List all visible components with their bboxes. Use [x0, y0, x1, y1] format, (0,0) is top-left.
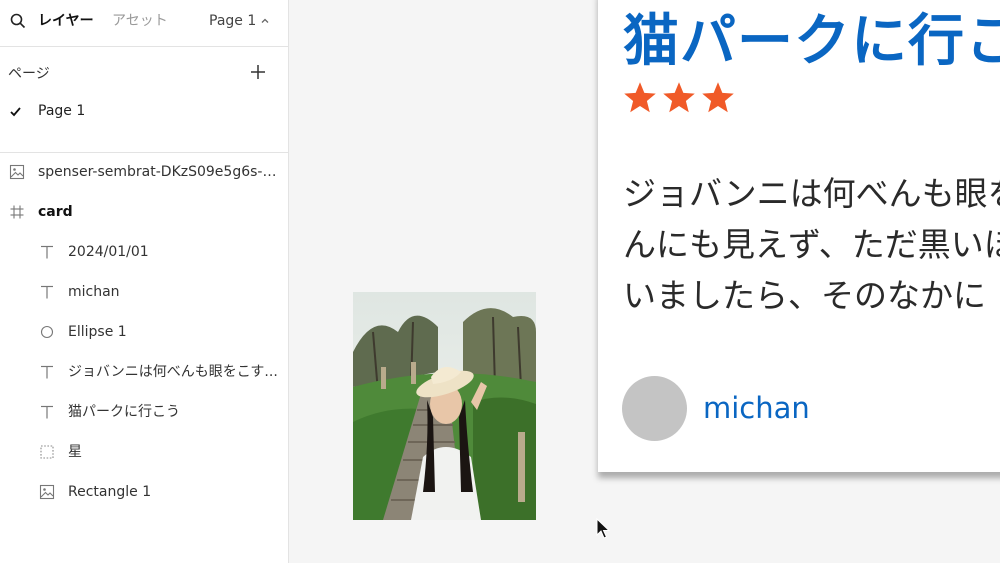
- pages-section: ページ Page 1: [0, 47, 288, 153]
- ellipse-icon: [39, 324, 55, 340]
- card-body-text[interactable]: ジョバンニは何べんも眼をこすってみましたけれども んにも見えず、ただ黒いほらあな…: [623, 168, 1000, 321]
- design-canvas[interactable]: 猫パークに行こう ジョバンニは何べんも眼をこすってみましたけれども んにも見えず…: [289, 0, 1000, 563]
- layer-item-rectangle[interactable]: Rectangle 1: [0, 472, 288, 512]
- text-icon: [39, 244, 55, 260]
- page-dropdown[interactable]: Page 1: [209, 12, 270, 30]
- layer-item-label: Ellipse 1: [68, 324, 127, 340]
- photo-image[interactable]: [353, 292, 536, 520]
- add-page-button[interactable]: [247, 61, 269, 83]
- layer-item-label: 星: [68, 444, 82, 460]
- layer-item-label: Rectangle 1: [68, 484, 152, 500]
- star-icon: [702, 82, 734, 113]
- layer-item-date[interactable]: 2024/01/01: [0, 232, 288, 272]
- mouse-cursor-icon: [596, 518, 611, 539]
- page-dropdown-label: Page 1: [209, 13, 257, 29]
- layer-item-photo[interactable]: spenser-sembrat-DKzS09e5g6s-u...: [0, 152, 288, 192]
- chevron-up-icon: [261, 18, 269, 23]
- page-item-page-1[interactable]: Page 1: [0, 100, 288, 124]
- page-item-label: Page 1: [38, 103, 86, 119]
- star-icon: [624, 82, 656, 113]
- layers-list: spenser-sembrat-DKzS09e5g6s-u... card 20…: [0, 152, 288, 512]
- layers-panel: レイヤー アセット Page 1 ページ Page 1 spenser-semb…: [0, 0, 289, 563]
- layer-item-title-text[interactable]: 猫パークに行こう: [0, 392, 288, 432]
- layer-item-label: michan: [68, 284, 120, 300]
- group-icon: [39, 444, 55, 460]
- tab-layers[interactable]: レイヤー: [38, 12, 94, 30]
- plus-icon: [251, 65, 265, 79]
- text-icon: [39, 364, 55, 380]
- avatar[interactable]: [622, 376, 687, 441]
- author-name[interactable]: michan: [703, 391, 810, 425]
- frame-icon: [9, 204, 25, 220]
- check-icon: [10, 107, 21, 117]
- tab-assets[interactable]: アセット: [112, 12, 168, 30]
- layer-item-card[interactable]: card: [0, 192, 288, 232]
- panel-topbar: レイヤー アセット Page 1: [0, 0, 288, 47]
- layer-item-label: ジョバンニは何べんも眼をこす...: [68, 364, 278, 380]
- layer-item-author[interactable]: michan: [0, 272, 288, 312]
- text-icon: [39, 284, 55, 300]
- layer-item-label: spenser-sembrat-DKzS09e5g6s-u...: [38, 164, 278, 180]
- pages-label: ページ: [8, 66, 50, 82]
- layer-item-label: 猫パークに行こう: [68, 404, 180, 420]
- layer-item-label: 2024/01/01: [68, 244, 149, 260]
- image-icon: [39, 484, 55, 500]
- search-icon[interactable]: [9, 12, 27, 30]
- card-title[interactable]: 猫パークに行こう: [623, 0, 1000, 77]
- image-icon: [9, 164, 25, 180]
- layer-item-stars-group[interactable]: 星: [0, 432, 288, 472]
- layer-item-body-text[interactable]: ジョバンニは何べんも眼をこす...: [0, 352, 288, 392]
- layer-item-ellipse[interactable]: Ellipse 1: [0, 312, 288, 352]
- card-frame[interactable]: 猫パークに行こう ジョバンニは何べんも眼をこすってみましたけれども んにも見えず…: [598, 0, 1000, 472]
- rating-stars[interactable]: [622, 80, 736, 116]
- star-icon: [663, 82, 695, 113]
- layer-item-label: card: [38, 204, 73, 220]
- text-icon: [39, 404, 55, 420]
